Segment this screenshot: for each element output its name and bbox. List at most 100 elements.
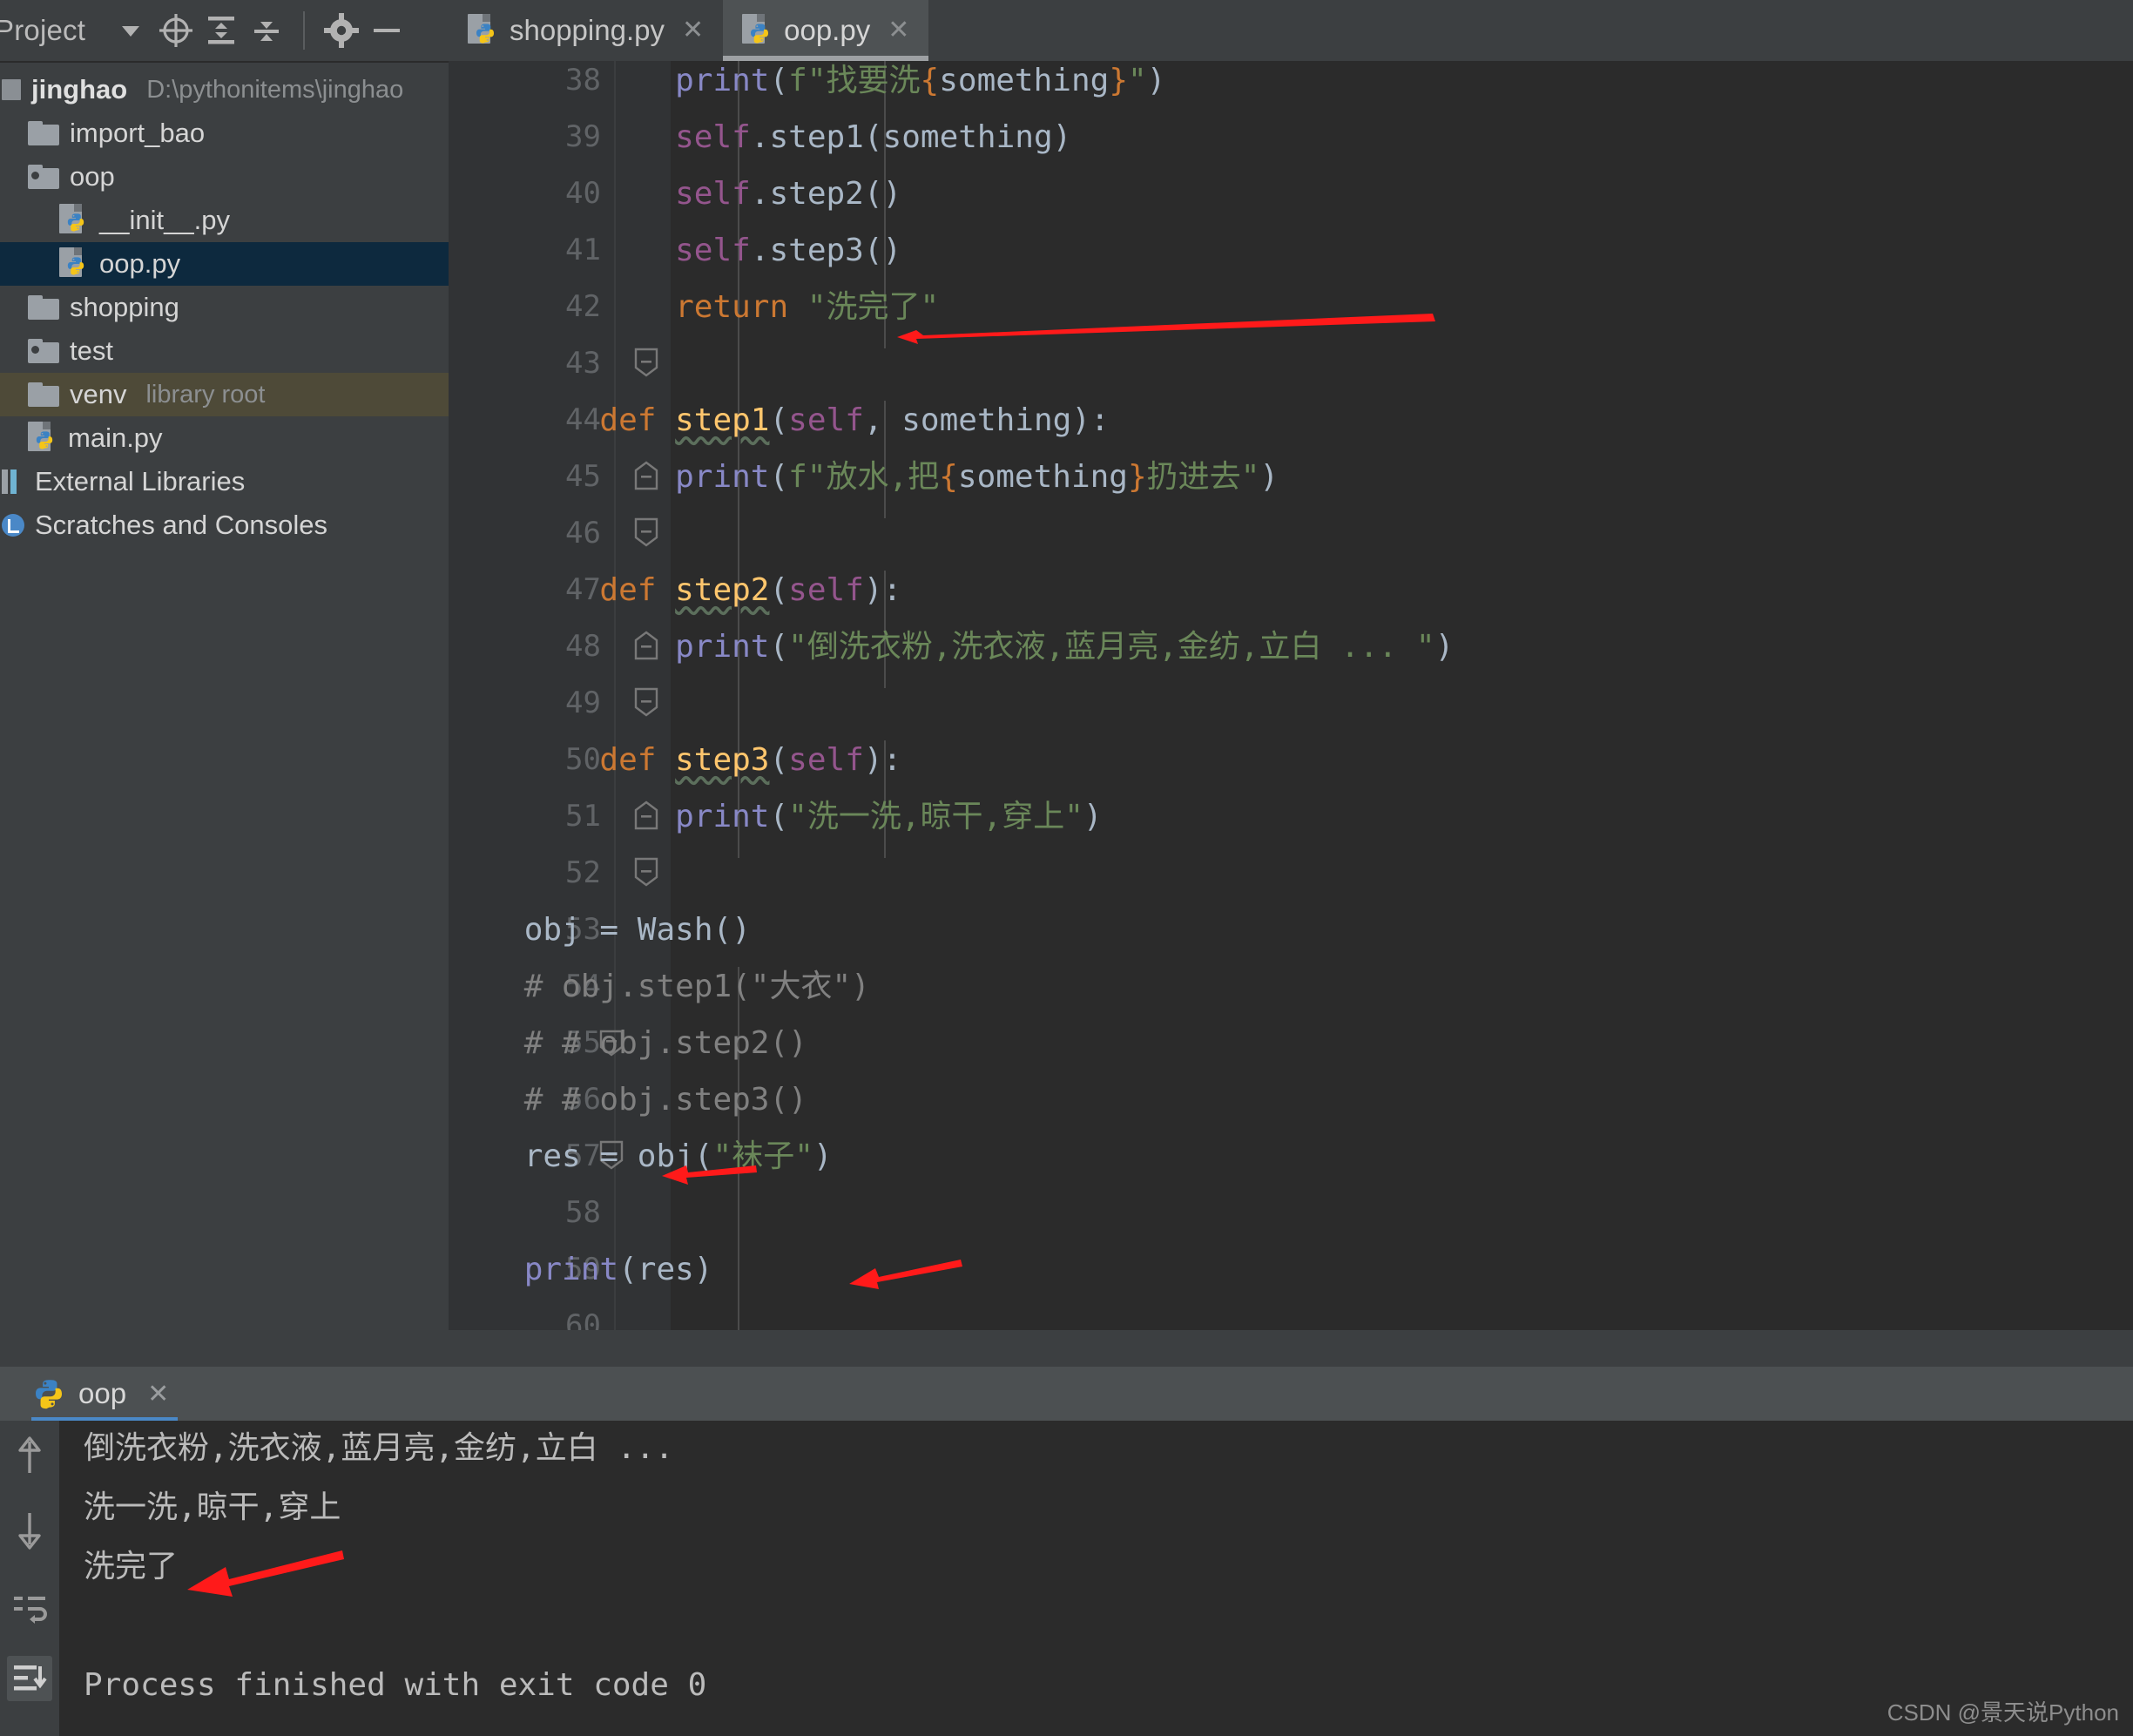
tree-item-init-py[interactable]: __init__.py (0, 199, 449, 242)
tree-item-oop[interactable]: oop (0, 155, 449, 199)
folder-icon (28, 382, 59, 407)
tree-item-shopping[interactable]: shopping (0, 286, 449, 329)
code-line[interactable]: # obj.step1("大衣") (449, 958, 870, 1015)
tree-item-external-libraries[interactable]: External Libraries (0, 460, 449, 503)
toolbar-divider (303, 11, 306, 50)
run-tab-oop[interactable]: oop ✕ (33, 1367, 169, 1421)
line-number: 43 (565, 346, 601, 381)
collapse-all-icon[interactable] (244, 8, 289, 53)
tree-item-path: D:\pythonitems\jinghao (146, 75, 404, 104)
source-folder-icon (28, 339, 59, 363)
soft-wrap-icon[interactable] (7, 1584, 52, 1630)
tab-oop-py[interactable]: oop.py ✕ (723, 0, 929, 61)
scroll-up-icon[interactable] (7, 1433, 52, 1478)
fold-marker-icon[interactable] (633, 517, 659, 547)
watermark: CSDN @景天说Python (1887, 1699, 2119, 1726)
tree-item-label: oop (70, 161, 115, 192)
code-editor[interactable]: 38 39 40 41 42 43 44 45 46 47 48 49 50 51 52 53 54 55 56 57… (449, 61, 2133, 1391)
code-line[interactable]: obj = Wash() (449, 902, 751, 958)
run-tab-label: oop (78, 1377, 127, 1409)
python-file-icon (28, 422, 57, 455)
editor-bottom-strip (449, 1330, 2133, 1367)
tree-item-label: shopping (70, 292, 179, 322)
locate-target-icon[interactable] (153, 8, 199, 53)
tree-item-scratches-and-consoles[interactable]: Scratches and Consoles (0, 503, 449, 547)
console-line: 洗一洗,晾干,穿上 (84, 1489, 341, 1525)
tree-item-label: oop.py (99, 248, 181, 279)
code-line[interactable]: def step2(self): (449, 562, 901, 618)
tree-item-label: __init__.py (99, 205, 230, 235)
code-line[interactable]: print(f"找要洗{something}") (449, 61, 1165, 109)
console-line: Process finished with exit code 0 (84, 1667, 707, 1703)
run-tabbar: oop ✕ (0, 1367, 2133, 1423)
code-line[interactable]: return "洗完了" (449, 279, 939, 335)
tree-item-import-bao[interactable]: import_bao (0, 111, 449, 155)
panel-bottom-strip (0, 1351, 449, 1367)
line-number: 58 (565, 1195, 601, 1230)
tree-item-venv[interactable]: venv library root (0, 373, 449, 416)
code-line[interactable]: # # obj.step2() (449, 1015, 807, 1071)
close-icon[interactable]: ✕ (888, 17, 909, 44)
tab-label: oop.py (784, 14, 871, 46)
tab-shopping-py[interactable]: shopping.py ✕ (449, 0, 724, 61)
scroll-down-icon[interactable] (7, 1508, 52, 1553)
tree-item-test[interactable]: test (0, 329, 449, 373)
fold-marker-icon[interactable] (633, 347, 659, 377)
code-line[interactable]: res = obj("袜子") (449, 1128, 833, 1185)
tree-item-label: main.py (68, 422, 163, 453)
code-line[interactable]: self.step3() (449, 222, 901, 279)
code-line[interactable]: self.step1(something) (449, 109, 1071, 165)
close-icon[interactable]: ✕ (147, 1379, 169, 1409)
project-panel-title: Project (0, 14, 86, 46)
settings-gear-icon[interactable] (319, 8, 364, 53)
code-line[interactable]: print(f"放水,把{something}扔进去") (449, 449, 1279, 505)
tree-item-label: External Libraries (35, 466, 246, 496)
tab-label: shopping.py (510, 14, 665, 46)
fold-marker-icon[interactable] (633, 686, 659, 717)
code-line[interactable]: # # obj.step3() (449, 1071, 807, 1128)
pycharm-window: Project shopping.py ✕ oop.py ✕ jinghao D… (0, 0, 2133, 1736)
tree-item-main-py[interactable]: main.py (0, 416, 449, 460)
expand-all-icon[interactable] (199, 8, 244, 53)
python-file-icon (468, 14, 497, 47)
project-toolbar: Project (0, 0, 449, 61)
line-number: 46 (565, 516, 601, 551)
tree-item-badge: library root (145, 380, 266, 409)
editor-vertical-scrollbar[interactable] (2114, 61, 2133, 1391)
top-toolbar: Project shopping.py ✕ oop.py ✕ (0, 0, 2133, 61)
print-icon[interactable] (7, 1730, 52, 1736)
console-line: 倒洗衣粉,洗衣液,蓝月亮,金纺,立白 ... (84, 1430, 674, 1466)
run-tool-window: oop ✕ 倒洗衣粉,洗衣液,蓝月亮,金纺,立白 ... 洗一洗,晾干,穿上 洗… (0, 1367, 2133, 1736)
code-line[interactable]: self.step2() (449, 165, 901, 222)
tree-item-label: jinghao (31, 74, 128, 105)
code-line[interactable]: print("洗一洗,晾干,穿上") (449, 788, 1102, 845)
scroll-to-end-icon[interactable] (7, 1656, 52, 1701)
code-line[interactable]: print(res) (449, 1241, 713, 1298)
tree-item-label: venv (70, 379, 127, 409)
scratches-icon (2, 514, 24, 537)
code-line[interactable]: print("倒洗衣粉,洗衣液,蓝月亮,金纺,立白 ... ") (449, 618, 1454, 675)
python-file-icon (742, 14, 772, 47)
line-number: 49 (565, 686, 601, 720)
console-output[interactable]: 倒洗衣粉,洗衣液,蓝月亮,金纺,立白 ... 洗一洗,晾干,穿上 洗完了 Proces… (59, 1421, 2133, 1736)
tree-item-label: Scratches and Consoles (35, 510, 328, 540)
python-file-icon (59, 204, 89, 237)
libraries-icon (2, 469, 24, 494)
line-number: 52 (565, 855, 601, 890)
tree-item-label: import_bao (70, 118, 206, 148)
project-tool-window: jinghao D:\pythonitems\jinghao import_ba… (0, 61, 449, 1367)
tree-item-oop-py[interactable]: oop.py (0, 242, 449, 286)
folder-icon (28, 121, 59, 145)
chevron-down-icon[interactable] (108, 8, 153, 53)
folder-icon (28, 295, 59, 320)
console-line: 洗完了 (84, 1549, 179, 1584)
source-folder-icon (28, 165, 59, 189)
hide-panel-icon[interactable] (364, 8, 409, 53)
code-line[interactable]: def step3(self): (449, 732, 901, 788)
python-file-icon (59, 247, 89, 280)
module-icon (2, 79, 21, 100)
tree-item-jinghao[interactable]: jinghao D:\pythonitems\jinghao (0, 68, 449, 111)
fold-marker-icon[interactable] (633, 856, 659, 887)
close-icon[interactable]: ✕ (682, 17, 704, 44)
code-line[interactable]: def step1(self, something): (449, 392, 1109, 449)
